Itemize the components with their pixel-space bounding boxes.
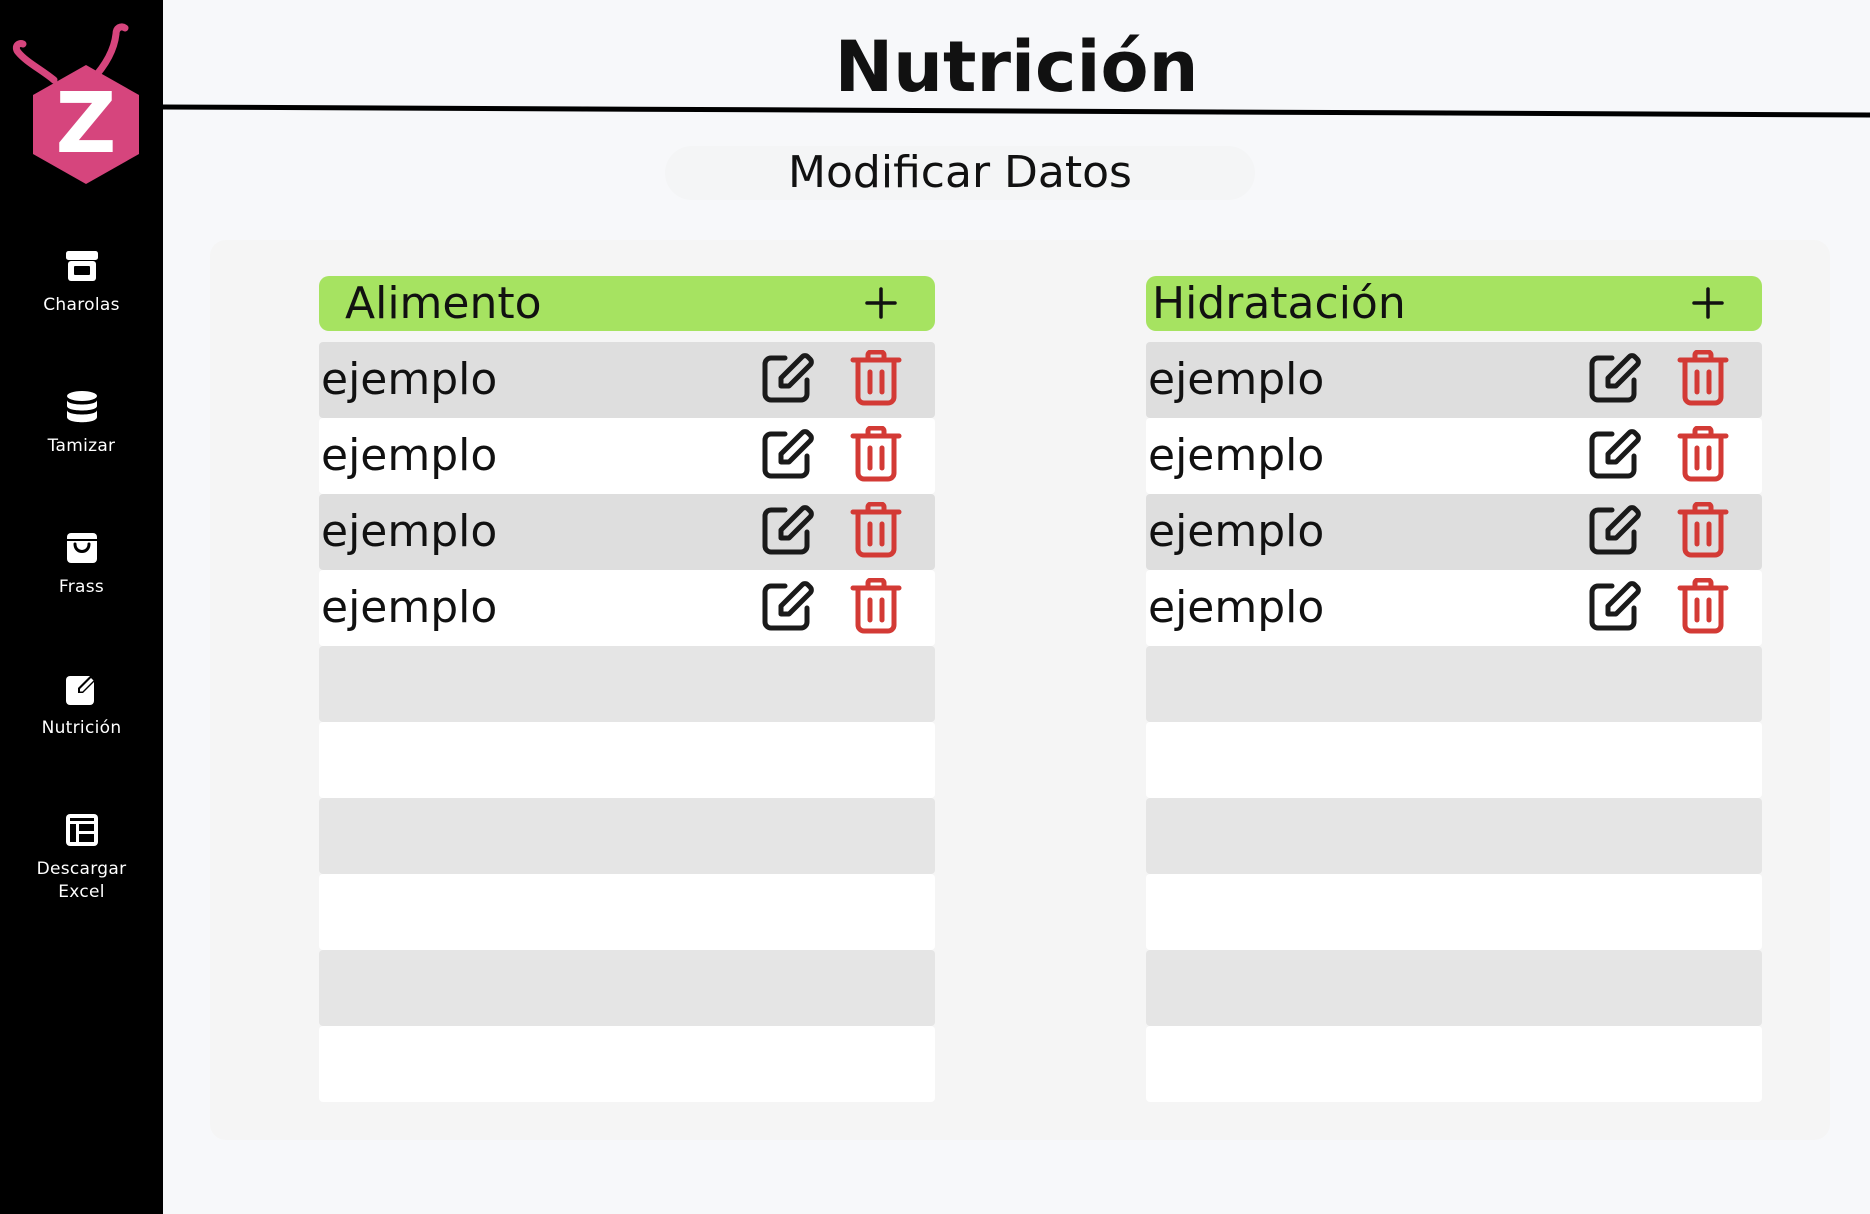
edit-icon[interactable]: [759, 502, 815, 558]
row-label: ejemplo: [1148, 430, 1325, 481]
empty-row: [319, 798, 935, 874]
empty-row: [319, 1026, 935, 1102]
trash-icon[interactable]: [850, 578, 902, 634]
logo-letter: Z: [56, 74, 117, 172]
row-label: ejemplo: [321, 354, 498, 405]
sidebar-item-label: Charolas: [43, 295, 120, 315]
table-body: ejemplo ejemplo ejemplo ejemplo: [1146, 342, 1762, 1102]
table-row[interactable]: ejemplo: [1146, 342, 1762, 418]
sidebar-item-nutricion[interactable]: Nutrición: [0, 671, 163, 740]
sidebar-item-frass[interactable]: Frass: [0, 530, 163, 599]
shopping-bag-icon: [66, 533, 97, 563]
bug-logo-icon: Z: [12, 23, 139, 184]
empty-row: [319, 950, 935, 1026]
sidebar-item-charolas[interactable]: Charolas: [0, 248, 163, 317]
edit-icon[interactable]: [1586, 578, 1642, 634]
empty-row: [1146, 722, 1762, 798]
trash-icon[interactable]: [1677, 578, 1729, 634]
empty-row: [319, 874, 935, 950]
add-plus-icon[interactable]: [1688, 283, 1728, 323]
table-icon: [65, 814, 98, 846]
section-subtitle: Modificar Datos: [665, 146, 1255, 200]
table-row[interactable]: ejemplo: [319, 570, 935, 646]
edit-icon[interactable]: [1586, 502, 1642, 558]
table-title: Alimento: [345, 278, 542, 329]
empty-row: [1146, 1026, 1762, 1102]
add-plus-icon[interactable]: [861, 283, 901, 323]
table-header: Alimento: [319, 276, 935, 331]
edit-icon[interactable]: [1586, 426, 1642, 482]
empty-row: [1146, 646, 1762, 722]
edit-icon[interactable]: [759, 578, 815, 634]
empty-row: [1146, 950, 1762, 1026]
hidratacion-table: Hidratación ejemplo ejemplo ejemplo ejem…: [1146, 276, 1762, 1102]
table-row[interactable]: ejemplo: [1146, 494, 1762, 570]
table-body: ejemplo ejemplo ejemplo ejemplo: [319, 342, 935, 1102]
empty-row: [319, 646, 935, 722]
database-icon: [66, 391, 97, 423]
trash-icon[interactable]: [1677, 502, 1729, 558]
table-row[interactable]: ejemplo: [1146, 418, 1762, 494]
empty-row: [1146, 798, 1762, 874]
sidebar-item-label: Frass: [58, 577, 105, 597]
row-label: ejemplo: [1148, 354, 1325, 405]
archive-box-icon: [65, 251, 98, 281]
trash-icon[interactable]: [850, 350, 902, 406]
trash-icon[interactable]: [850, 426, 902, 482]
empty-row: [319, 722, 935, 798]
row-label: ejemplo: [321, 430, 498, 481]
trash-icon[interactable]: [850, 502, 902, 558]
table-row[interactable]: ejemplo: [319, 342, 935, 418]
empty-row: [1146, 874, 1762, 950]
table-header: Hidratación: [1146, 276, 1762, 331]
row-label: ejemplo: [1148, 506, 1325, 557]
table-title: Hidratación: [1152, 278, 1406, 329]
edit-note-icon: [65, 675, 96, 705]
sidebar-item-tamizar[interactable]: Tamizar: [0, 389, 163, 458]
app-logo[interactable]: Z: [12, 22, 142, 187]
row-label: ejemplo: [1148, 582, 1325, 633]
sidebar: Z Charolas Tamizar Frass Nutrición Desca…: [0, 0, 163, 1214]
row-label: ejemplo: [321, 582, 498, 633]
sidebar-item-label: Nutrición: [41, 718, 122, 738]
trash-icon[interactable]: [1677, 426, 1729, 482]
edit-icon[interactable]: [759, 426, 815, 482]
sidebar-item-label: Descargar Excel: [36, 859, 127, 902]
header-divider: [163, 104, 1870, 118]
trash-icon[interactable]: [1677, 350, 1729, 406]
edit-icon[interactable]: [1586, 350, 1642, 406]
row-label: ejemplo: [321, 506, 498, 557]
table-row[interactable]: ejemplo: [1146, 570, 1762, 646]
sidebar-item-descargar-excel[interactable]: Descargar Excel: [0, 812, 163, 904]
app-root: Z Charolas Tamizar Frass Nutrición Desca…: [0, 0, 1870, 1214]
table-row[interactable]: ejemplo: [319, 494, 935, 570]
table-row[interactable]: ejemplo: [319, 418, 935, 494]
edit-icon[interactable]: [759, 350, 815, 406]
sidebar-item-label: Tamizar: [47, 436, 116, 456]
alimento-table: Alimento ejemplo ejemplo ejemplo ejemplo: [319, 276, 935, 1102]
